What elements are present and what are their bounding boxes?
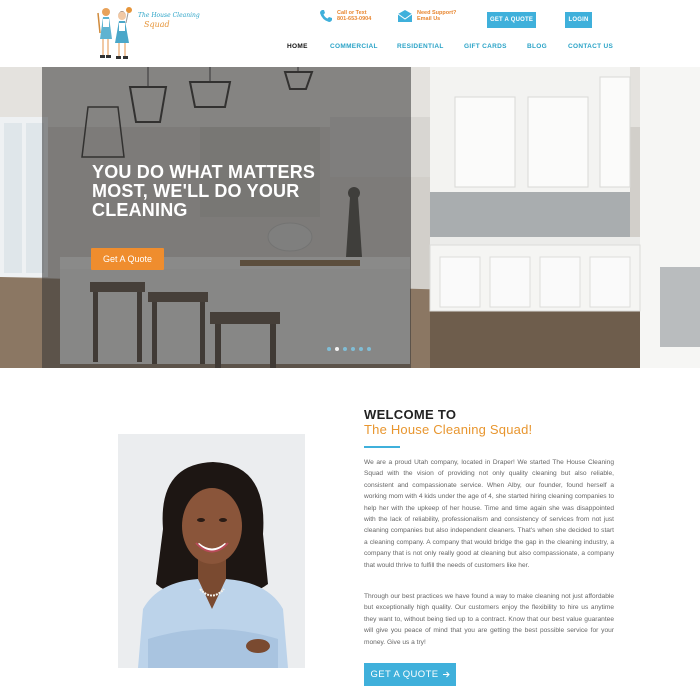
slider-dot[interactable] bbox=[343, 347, 347, 351]
nav-item-contact-us[interactable]: CONTACT US bbox=[568, 43, 613, 50]
support-email-link[interactable]: Email Us bbox=[417, 16, 456, 22]
support-contact[interactable]: Need Support? Email Us bbox=[397, 9, 456, 23]
welcome-subheading: The House Cleaning Squad! bbox=[364, 422, 533, 437]
phone-number[interactable]: 801-653-0904 bbox=[337, 16, 371, 22]
logo-text-top: The House Cleaning bbox=[138, 12, 200, 19]
nav-item-commercial[interactable]: COMMERCIAL bbox=[330, 43, 378, 50]
slider-dot[interactable] bbox=[351, 347, 355, 351]
slider-dot[interactable] bbox=[327, 347, 331, 351]
slider-dot[interactable] bbox=[367, 347, 371, 351]
heading-underline bbox=[364, 446, 400, 448]
cta-label: GET A QUOTE bbox=[370, 669, 439, 680]
phone-icon bbox=[320, 10, 332, 22]
slider-dot[interactable] bbox=[359, 347, 363, 351]
phone-contact[interactable]: Call or Text 801-653-0904 bbox=[319, 9, 371, 23]
logo-text-bottom: Squad bbox=[144, 20, 170, 29]
nav-item-residential[interactable]: RESIDENTIAL bbox=[397, 43, 444, 50]
header-get-quote-button[interactable]: GET A QUOTE bbox=[487, 12, 536, 28]
main-nav: HOME COMMERCIAL RESIDENTIAL GIFT CARDS B… bbox=[0, 43, 700, 53]
founder-photo bbox=[118, 434, 305, 668]
nav-item-gift-cards[interactable]: GIFT CARDS bbox=[464, 43, 507, 50]
welcome-get-quote-button[interactable]: GET A QUOTE bbox=[364, 663, 456, 686]
hero-get-quote-button[interactable]: Get A Quote bbox=[91, 248, 164, 270]
hero-banner: YOU DO WHAT MATTERS MOST, WE'LL DO YOUR … bbox=[0, 67, 700, 368]
nav-item-blog[interactable]: BLOG bbox=[527, 43, 547, 50]
arrow-right-icon bbox=[442, 671, 450, 678]
site-header: The House Cleaning Squad Call or Text 80… bbox=[0, 0, 700, 67]
slider-dot-active[interactable] bbox=[335, 347, 339, 351]
hero-headline: YOU DO WHAT MATTERS MOST, WE'LL DO YOUR … bbox=[92, 162, 316, 220]
about-paragraph-1: We are a proud Utah company, located in … bbox=[364, 459, 614, 569]
about-paragraph-2: Through our best practices we have found… bbox=[364, 593, 614, 646]
nav-item-home[interactable]: HOME bbox=[287, 43, 308, 50]
header-login-button[interactable]: LOGIN bbox=[565, 12, 592, 28]
slider-dots bbox=[327, 347, 371, 351]
welcome-heading: WELCOME TO bbox=[364, 407, 457, 422]
envelope-icon bbox=[397, 10, 413, 22]
founder-portrait bbox=[118, 434, 305, 668]
